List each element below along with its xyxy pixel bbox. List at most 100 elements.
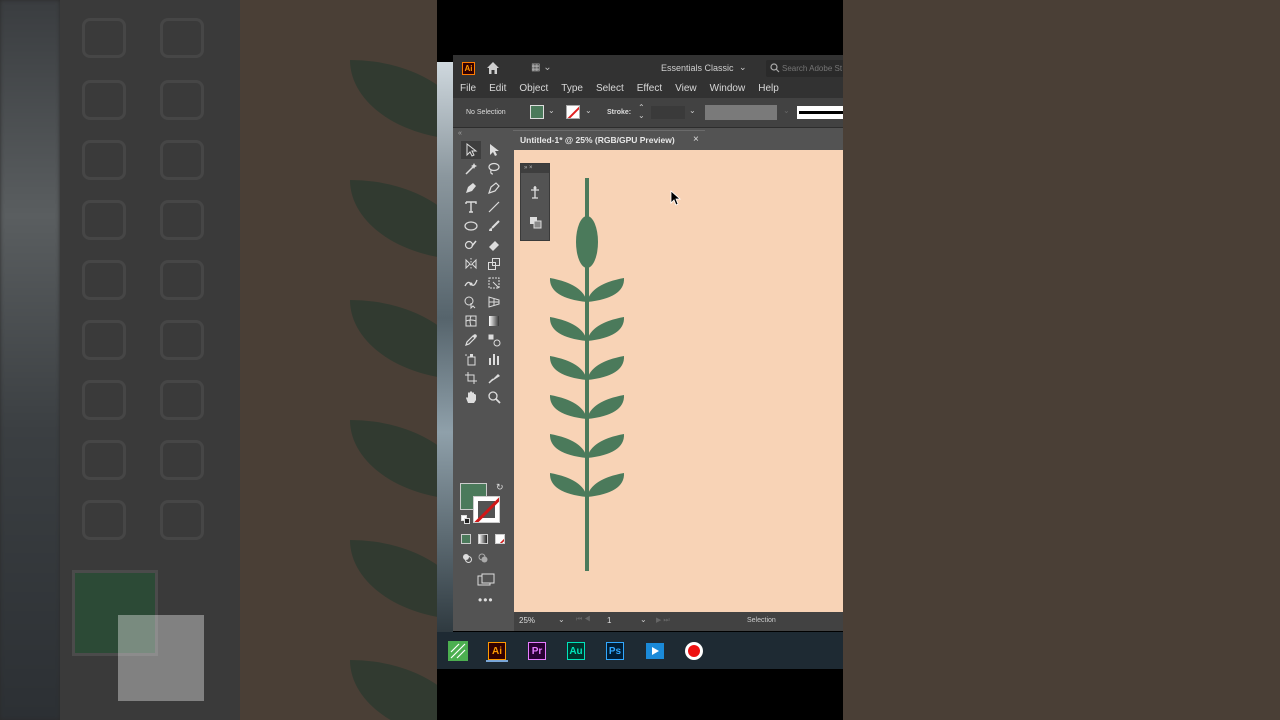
rotate-tool[interactable] bbox=[461, 255, 481, 273]
chevron-down-icon[interactable]: ⌄ bbox=[640, 615, 647, 624]
puppet-warp-icon[interactable] bbox=[527, 184, 543, 200]
taskbar-premiere-pro-icon[interactable]: Pr bbox=[526, 640, 548, 662]
zoom-tool[interactable] bbox=[484, 388, 504, 406]
taskbar-illustrator-icon[interactable]: Ai bbox=[486, 640, 508, 662]
stroke-color-swatch[interactable] bbox=[566, 105, 580, 119]
artboard-tool[interactable] bbox=[461, 369, 481, 387]
brush-definition[interactable] bbox=[797, 106, 843, 119]
curvature-tool[interactable] bbox=[484, 179, 504, 197]
chevron-down-icon[interactable]: ⌄ bbox=[739, 62, 747, 73]
menu-edit[interactable]: Edit bbox=[489, 81, 506, 98]
shaper-tool[interactable] bbox=[461, 236, 481, 254]
close-icon[interactable]: × bbox=[693, 134, 699, 145]
letterbox-top bbox=[437, 0, 843, 55]
arrange-icon[interactable] bbox=[527, 214, 543, 230]
color-mode-button[interactable] bbox=[461, 534, 471, 544]
collapse-panel-icon[interactable]: « bbox=[458, 130, 462, 137]
chevron-down-icon[interactable]: ⌄ bbox=[689, 106, 696, 115]
stroke-color-box[interactable] bbox=[473, 496, 500, 523]
artboard-canvas[interactable] bbox=[514, 150, 843, 612]
fill-color-swatch[interactable] bbox=[530, 105, 544, 119]
mesh-icon bbox=[465, 315, 477, 327]
menu-type[interactable]: Type bbox=[561, 81, 583, 98]
arrange-documents-icon[interactable]: ▦ ⌄ bbox=[531, 62, 552, 73]
leaf-left[interactable] bbox=[549, 434, 587, 458]
hand-tool[interactable] bbox=[461, 388, 481, 406]
selection-tool[interactable] bbox=[461, 141, 481, 159]
chevron-down-icon[interactable]: ⌄ bbox=[558, 615, 565, 624]
taskbar-movie-player-icon[interactable] bbox=[644, 640, 666, 662]
blend-tool[interactable] bbox=[484, 331, 504, 349]
eraser-tool[interactable] bbox=[484, 236, 504, 254]
chevron-down-icon[interactable]: ⌄ bbox=[783, 106, 790, 115]
home-icon[interactable] bbox=[485, 60, 501, 76]
menu-effect[interactable]: Effect bbox=[637, 81, 662, 98]
pen-tool[interactable] bbox=[461, 179, 481, 197]
slice-tool[interactable] bbox=[484, 369, 504, 387]
gradient-tool[interactable] bbox=[484, 312, 504, 330]
menu-file[interactable]: File bbox=[460, 81, 476, 98]
menu-select[interactable]: Select bbox=[596, 81, 624, 98]
status-tool-label: Selection bbox=[747, 617, 776, 624]
scale-tool[interactable] bbox=[484, 255, 504, 273]
paintbrush-tool[interactable] bbox=[484, 217, 504, 235]
default-fill-stroke-icon[interactable] bbox=[461, 515, 470, 524]
leaf-right[interactable] bbox=[587, 473, 625, 497]
chevron-down-icon[interactable]: ⌄ bbox=[548, 106, 555, 115]
eyedropper-tool[interactable] bbox=[461, 331, 481, 349]
artboard-prev-icon[interactable]: ⏮ ◀ bbox=[576, 616, 591, 624]
stroke-weight-field[interactable] bbox=[651, 106, 685, 119]
shape-builder-tool[interactable] bbox=[461, 293, 481, 311]
type-tool[interactable] bbox=[461, 198, 481, 216]
free-transform-tool[interactable] bbox=[484, 274, 504, 292]
zoom-level[interactable]: 25% bbox=[519, 616, 535, 625]
menu-object[interactable]: Object bbox=[519, 81, 548, 98]
leaf-top[interactable] bbox=[576, 216, 598, 268]
taskbar-recorder-icon[interactable] bbox=[683, 640, 705, 662]
document-tab[interactable]: Untitled-1* @ 25% (RGB/GPU Preview) × bbox=[513, 130, 705, 150]
search-input[interactable] bbox=[782, 62, 842, 74]
workspace-switcher[interactable]: Essentials Classic bbox=[661, 63, 734, 73]
leaf-left[interactable] bbox=[549, 278, 587, 302]
taskbar-corel-icon[interactable] bbox=[447, 640, 469, 662]
magic-wand-tool[interactable] bbox=[461, 160, 481, 178]
stroke-weight-stepper[interactable]: ⌃ ⌄ bbox=[638, 104, 645, 120]
leaf-left[interactable] bbox=[549, 356, 587, 380]
taskbar-audition-icon[interactable]: Au bbox=[565, 640, 587, 662]
ellipse-tool[interactable] bbox=[461, 217, 481, 235]
edit-toolbar-icon[interactable]: ••• bbox=[478, 593, 494, 607]
leaf-right[interactable] bbox=[587, 434, 625, 458]
direct-selection-tool[interactable] bbox=[484, 141, 504, 159]
menu-help[interactable]: Help bbox=[758, 81, 779, 98]
chevron-down-icon[interactable]: ⌄ bbox=[585, 106, 592, 115]
draw-normal-icon[interactable] bbox=[462, 553, 472, 563]
line-segment-tool[interactable] bbox=[484, 198, 504, 216]
mesh-tool[interactable] bbox=[461, 312, 481, 330]
leaf-right[interactable] bbox=[587, 356, 625, 380]
floating-panel-header[interactable]: » × bbox=[521, 164, 549, 173]
leaf-branch-artwork[interactable] bbox=[514, 150, 843, 612]
artboard-next-icon[interactable]: ▶ ⏭ bbox=[656, 616, 670, 625]
menu-view[interactable]: View bbox=[675, 81, 697, 98]
leaf-left[interactable] bbox=[549, 317, 587, 341]
taskbar-photoshop-icon[interactable]: Ps bbox=[604, 640, 626, 662]
width-tool[interactable] bbox=[461, 274, 481, 292]
gradient-mode-button[interactable] bbox=[478, 534, 488, 544]
variable-width-profile[interactable] bbox=[705, 105, 777, 120]
draw-behind-icon[interactable] bbox=[478, 553, 488, 563]
artboard-number[interactable]: 1 bbox=[607, 616, 611, 625]
lasso-tool[interactable] bbox=[484, 160, 504, 178]
menu-window[interactable]: Window bbox=[710, 81, 746, 98]
leaf-right[interactable] bbox=[587, 317, 625, 341]
none-mode-button[interactable] bbox=[495, 534, 505, 544]
change-screen-mode-icon[interactable] bbox=[477, 573, 495, 587]
symbol-sprayer-tool[interactable] bbox=[461, 350, 481, 368]
column-graph-tool[interactable] bbox=[484, 350, 504, 368]
perspective-grid-tool[interactable] bbox=[484, 293, 504, 311]
leaf-right[interactable] bbox=[587, 395, 625, 419]
leaf-left[interactable] bbox=[549, 395, 587, 419]
leaf-right[interactable] bbox=[587, 278, 625, 302]
swap-fill-stroke-icon[interactable]: ↻ bbox=[496, 482, 504, 493]
leaf-left[interactable] bbox=[549, 473, 587, 497]
search-stock[interactable] bbox=[766, 60, 843, 77]
